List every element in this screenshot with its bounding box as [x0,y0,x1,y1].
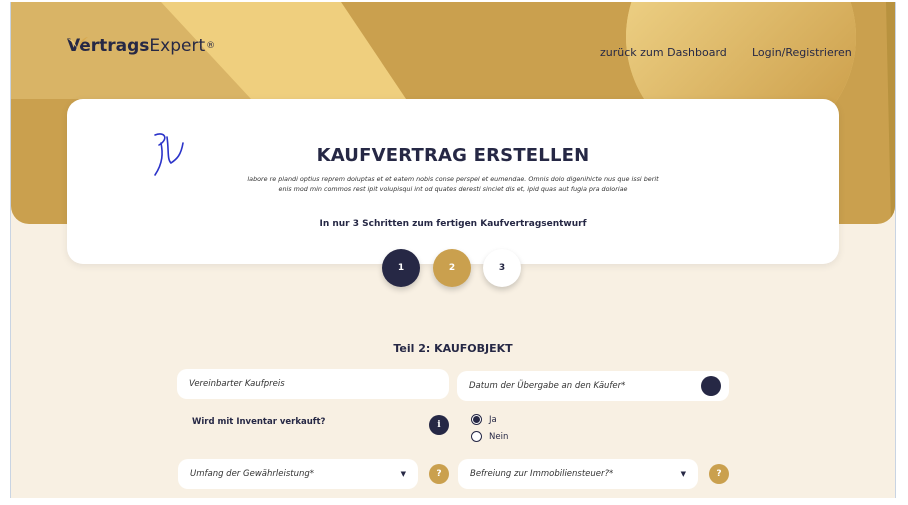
inventory-question-label: Wird mit Inventar verkauft? [192,417,326,427]
handover-date-placeholder: Datum der Übergabe an den Käufer* [469,381,626,391]
radio-no-label: Nein [489,431,509,442]
intro-description: labore re plandi optius reprem doluptas … [247,175,659,193]
radio-option-yes[interactable]: Ja [471,414,497,425]
logo-registered-mark: ® [206,41,216,51]
help-icon[interactable]: ? [429,464,449,484]
logo-text-light: Expert [149,36,206,56]
chevron-down-icon: ▼ [400,470,406,478]
logo-mark-icon [68,37,88,51]
warranty-scope-select[interactable]: Umfang der Gewährleistung* ▼ [178,459,418,489]
intro-card: KAUFVERTRAG ERSTELLEN labore re plandi o… [67,99,839,264]
handover-date-input[interactable]: Datum der Übergabe an den Käufer* [457,371,729,401]
calendar-icon[interactable] [701,376,721,396]
radio-option-no[interactable]: Nein [471,431,508,442]
warranty-scope-label: Umfang der Gewährleistung* [190,469,315,479]
section-title: Teil 2: KAUFOBJEKT [393,342,513,355]
page-title: KAUFVERTRAG ERSTELLEN [316,145,590,166]
property-tax-exemption-select[interactable]: Befreiung zur Immobiliensteuer?* ▼ [458,459,698,489]
vertragsexpert-logo[interactable]: Vertrags Expert ® [67,36,215,56]
step-2-button[interactable]: 2 [433,249,471,287]
info-icon[interactable]: i [429,415,449,435]
property-tax-exemption-label: Befreiung zur Immobiliensteuer?* [470,469,614,479]
radio-no-control[interactable] [471,431,482,442]
radio-yes-control[interactable] [471,414,482,425]
step-3-button[interactable]: 3 [483,249,521,287]
price-input[interactable]: Vereinbarter Kaufpreis [177,369,449,399]
radio-yes-label: Ja [489,414,497,425]
steps-label: In nur 3 Schritten zum fertigen Kaufvert… [319,219,587,229]
nav-back-to-dashboard[interactable]: zurück zum Dashboard [600,46,727,59]
help-icon[interactable]: ? [709,464,729,484]
step-1-button[interactable]: 1 [382,249,420,287]
chevron-down-icon: ▼ [680,470,686,478]
page: Vertrags Expert ® zurück zum Dashboard Log… [10,2,896,498]
nav-login-register[interactable]: Login/Registrieren [752,46,852,59]
